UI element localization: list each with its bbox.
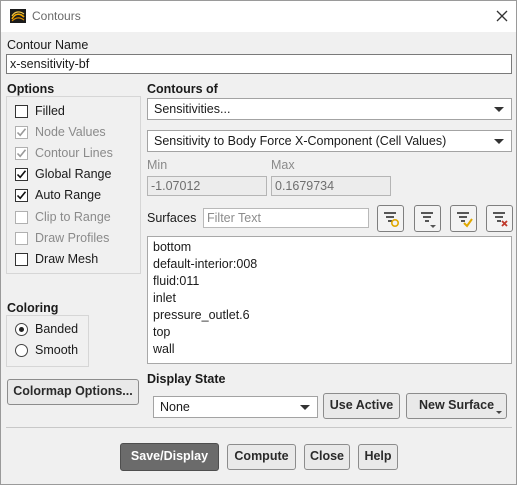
- option-checkbox: [15, 231, 28, 245]
- title-bar: Contours: [1, 1, 516, 32]
- option-checkbox[interactable]: [15, 168, 28, 182]
- surfaces-label: Surfaces: [147, 211, 197, 225]
- min-label: Min: [147, 158, 168, 172]
- max-label: Max: [271, 158, 295, 172]
- coloring-group: Banded Smooth: [6, 315, 89, 367]
- new-surface-label: New Surface: [418, 398, 495, 412]
- option-label: Node Values: [35, 125, 106, 140]
- options-group: Filled Node Values Contour Lines Global Ran…: [6, 96, 141, 274]
- chevron-down-icon: [494, 107, 504, 112]
- use-active-button[interactable]: Use Active: [323, 393, 400, 419]
- surface-list-item[interactable]: top: [153, 325, 170, 339]
- option-label: Contour Lines: [35, 146, 113, 161]
- option-label: Clip to Range: [35, 209, 111, 224]
- new-surface-button[interactable]: New Surface: [406, 393, 507, 419]
- option-checkbox: [15, 126, 28, 140]
- coloring-label: Coloring: [7, 301, 59, 315]
- option-label: Draw Profiles: [35, 230, 110, 245]
- footer-divider: [6, 427, 512, 428]
- close-button[interactable]: Close: [304, 444, 350, 470]
- option-label[interactable]: Filled: [35, 104, 65, 118]
- option-checkbox[interactable]: [15, 252, 28, 266]
- contour-name-label: Contour Name: [7, 38, 89, 52]
- surface-list-item[interactable]: bottom: [153, 240, 191, 254]
- surface-list-item[interactable]: wall: [153, 342, 175, 356]
- surface-list-item[interactable]: default-interior:008: [153, 257, 257, 271]
- select-new-surfaces-button[interactable]: [377, 205, 404, 232]
- radio-selected-dot: [19, 327, 24, 332]
- surface-list-item[interactable]: fluid:011: [153, 274, 199, 288]
- checkmark-icon: [16, 170, 27, 179]
- contours-of-category-value: Sensitivities...: [154, 102, 231, 116]
- select-all-surfaces-button[interactable]: [450, 205, 477, 232]
- min-value-field: -1.07012: [147, 176, 267, 196]
- colormap-options-button[interactable]: Colormap Options...: [7, 379, 139, 405]
- deselect-all-surfaces-button[interactable]: [486, 205, 513, 232]
- contours-dialog: Contours Contour Name x-sensitivity-bf O…: [0, 0, 517, 485]
- close-icon[interactable]: [493, 7, 511, 25]
- coloring-option-label[interactable]: Smooth: [35, 343, 78, 357]
- contours-of-quantity-value: Sensitivity to Body Force X-Component (C…: [154, 134, 447, 148]
- list-check-icon: [457, 212, 473, 228]
- list-new-icon: [384, 212, 400, 228]
- contour-name-input[interactable]: x-sensitivity-bf: [6, 54, 512, 74]
- fluent-app-icon: [10, 9, 26, 23]
- display-state-select[interactable]: None: [153, 396, 318, 418]
- option-label[interactable]: Global Range: [35, 167, 111, 181]
- option-label[interactable]: Auto Range: [35, 188, 101, 202]
- max-value-field: 0.1679734: [271, 176, 391, 196]
- compute-button[interactable]: Compute: [227, 444, 296, 470]
- option-checkbox[interactable]: [15, 189, 28, 203]
- dropdown-indicator-icon: [496, 411, 502, 414]
- option-checkbox: [15, 210, 28, 224]
- surfaces-filter-input[interactable]: Filter Text: [203, 208, 369, 228]
- display-state-value: None: [160, 400, 190, 414]
- checkmark-icon: [16, 149, 27, 158]
- checkmark-icon: [16, 191, 27, 200]
- help-button[interactable]: Help: [358, 444, 398, 470]
- contours-of-label: Contours of: [147, 82, 218, 96]
- list-clear-icon: [493, 212, 508, 227]
- window-title: Contours: [32, 9, 81, 23]
- option-label[interactable]: Draw Mesh: [35, 252, 98, 266]
- coloring-option-label[interactable]: Banded: [35, 322, 78, 336]
- options-label: Options: [7, 82, 55, 96]
- surface-list-item[interactable]: inlet: [153, 291, 176, 305]
- option-checkbox[interactable]: [15, 105, 28, 118]
- contours-of-quantity-select[interactable]: Sensitivity to Body Force X-Component (C…: [147, 130, 512, 152]
- checkmark-icon: [16, 128, 27, 137]
- surfaces-filter-placeholder: Filter Text: [207, 211, 261, 225]
- coloring-radio[interactable]: [15, 344, 28, 357]
- option-checkbox: [15, 147, 28, 161]
- coloring-radio[interactable]: [15, 323, 28, 336]
- list-filter-icon: [421, 212, 436, 228]
- surface-list-item[interactable]: pressure_outlet.6: [153, 308, 250, 322]
- chevron-down-icon: [494, 139, 504, 144]
- contours-of-category-select[interactable]: Sensitivities...: [147, 98, 512, 120]
- display-state-label: Display State: [147, 372, 226, 386]
- surfaces-list[interactable]: bottom default-interior:008 fluid:011 inlet…: [147, 236, 512, 364]
- select-all-dropdown-button[interactable]: [414, 205, 441, 232]
- save-display-button[interactable]: Save/Display: [120, 443, 219, 471]
- chevron-down-icon: [300, 405, 310, 410]
